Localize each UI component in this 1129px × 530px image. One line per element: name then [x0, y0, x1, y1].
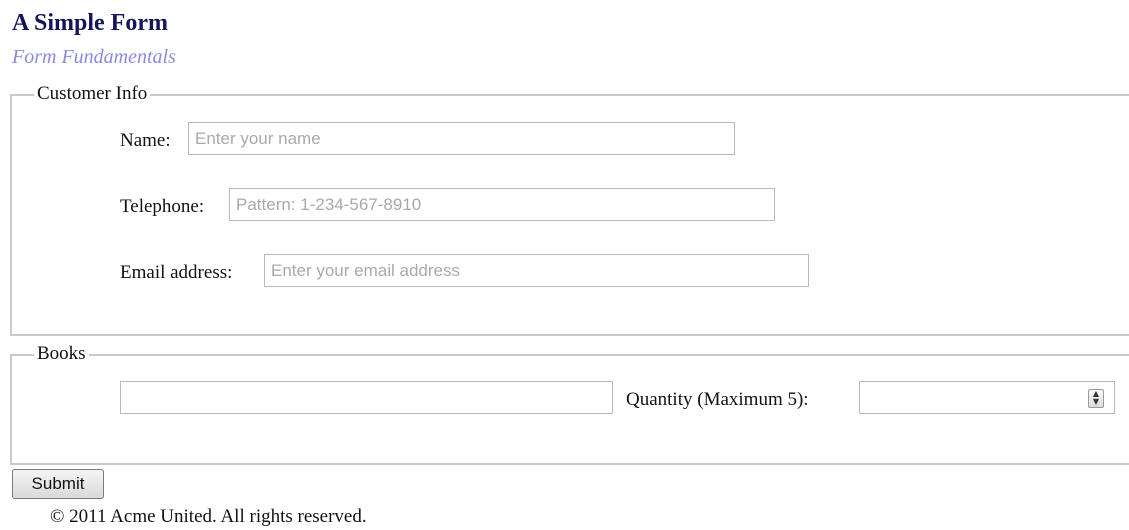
- submit-button[interactable]: Submit: [12, 469, 104, 499]
- name-label: Name:: [120, 130, 171, 151]
- email-label: Email address:: [120, 262, 233, 283]
- telephone-input[interactable]: [229, 188, 775, 221]
- copyright-footer: © 2011 Acme United. All rights reserved.: [50, 506, 367, 527]
- quantity-stepper[interactable]: [859, 381, 1115, 414]
- telephone-label: Telephone:: [120, 196, 205, 217]
- customer-info-legend: Customer Info: [34, 83, 151, 105]
- email-input[interactable]: [264, 254, 809, 287]
- books-legend: Books: [34, 343, 89, 365]
- spinner-arrows-icon[interactable]: ▲ ▼: [1088, 389, 1104, 408]
- book-title-input[interactable]: [120, 381, 613, 414]
- page-subtitle: Form Fundamentals: [12, 46, 176, 68]
- name-input[interactable]: [188, 122, 735, 155]
- page-title: A Simple Form: [12, 10, 168, 36]
- quantity-label: Quantity (Maximum 5):: [626, 389, 809, 410]
